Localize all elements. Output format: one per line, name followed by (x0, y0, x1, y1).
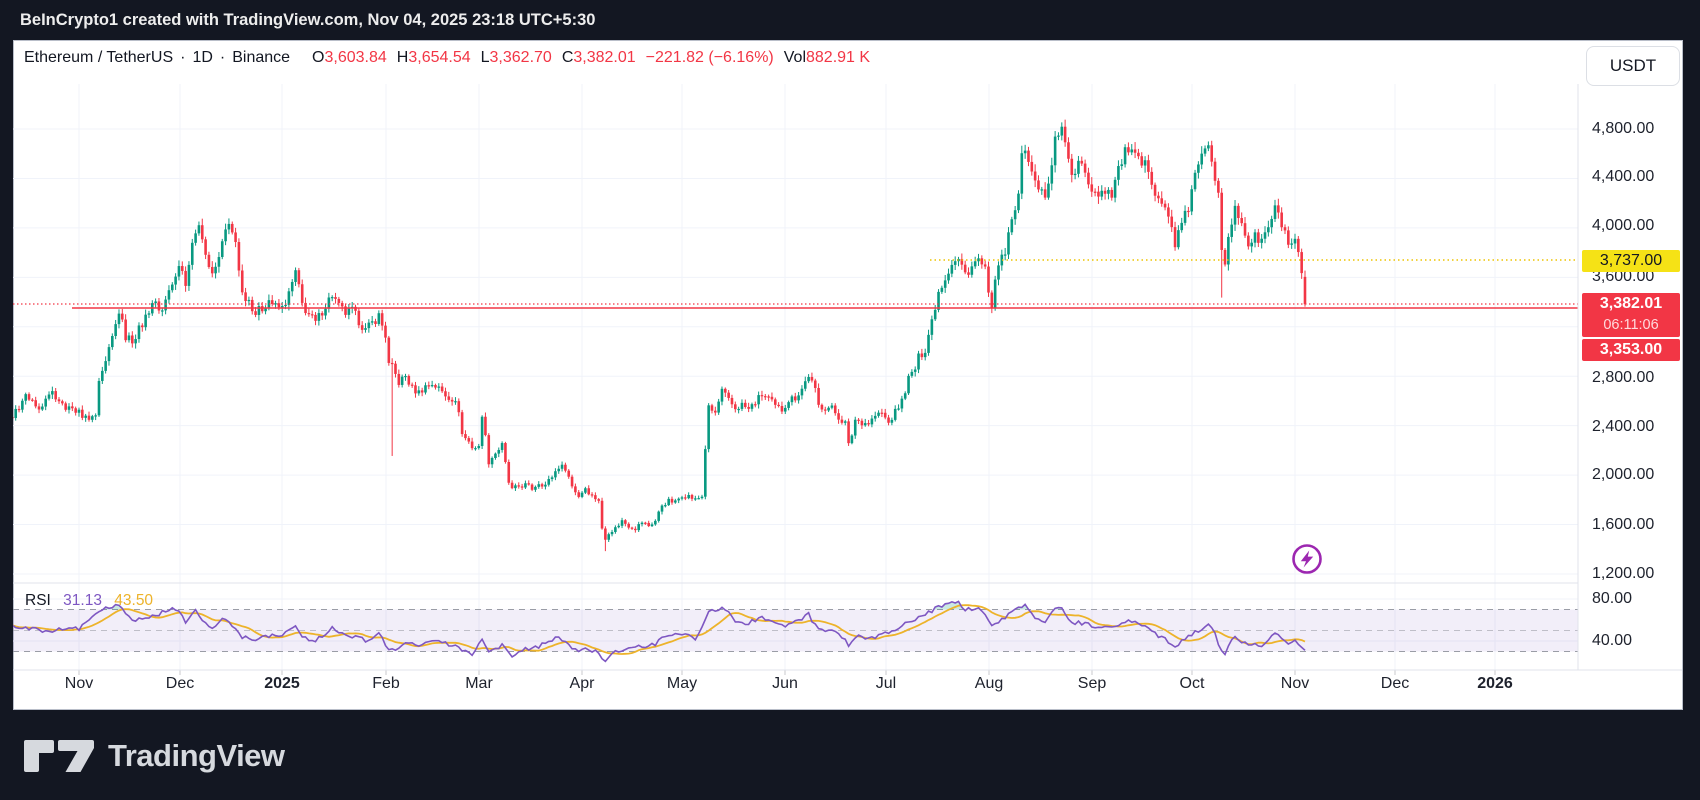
time-axis-label: Feb (346, 675, 426, 693)
last-price-tag: 3,382.01 06:11:06 (1582, 293, 1680, 337)
high-key: H (397, 49, 409, 66)
separator-dot: · (220, 49, 225, 66)
time-axis-label: Mar (439, 675, 519, 693)
time-axis-label: Nov (1255, 675, 1335, 693)
rsi-title: RSI (25, 592, 51, 609)
yellow-level-price-tag: 3,737.00 (1582, 250, 1680, 272)
price-axis-label: 4,000.00 (1592, 215, 1654, 237)
time-axis-label: 2025 (242, 675, 322, 693)
price-axis-label: 1,200.00 (1592, 563, 1654, 585)
close-key: C (562, 49, 574, 66)
rsi-value: 31.13 (63, 592, 102, 609)
tradingview-logo-text: TradingView (108, 738, 285, 774)
open-value: 3,603.84 (325, 49, 387, 66)
volume-key: Vol (784, 49, 806, 66)
currency-toggle-button[interactable]: USDT (1586, 46, 1680, 86)
rsi-ma-value: 43.50 (114, 592, 153, 609)
low-value: 3,362.70 (490, 49, 552, 66)
time-axis-label: Dec (1355, 675, 1435, 693)
lightning-drawing-icon[interactable] (1291, 543, 1323, 575)
last-price-value: 3,382.01 (1582, 293, 1680, 315)
time-axis-label: Apr (542, 675, 622, 693)
bar-countdown: 06:11:06 (1582, 315, 1680, 335)
symbol-legend[interactable]: Ethereum / TetherUS · 1D · Binance O3,603.84 H… (24, 49, 870, 71)
rsi-legend: RSI 31.13 43.50 (25, 592, 153, 610)
time-axis-label: Jun (745, 675, 825, 693)
chart-canvas[interactable] (13, 40, 1683, 710)
alert-level-price-tag: 3,353.00 (1582, 339, 1680, 361)
time-axis-label: May (642, 675, 722, 693)
time-axis-label: Oct (1152, 675, 1232, 693)
time-axis-label: Nov (39, 675, 119, 693)
interval-label[interactable]: 1D (192, 49, 212, 66)
time-axis-label: Jul (846, 675, 926, 693)
close-value: 3,382.01 (573, 49, 635, 66)
tradingview-logo-icon (20, 734, 96, 778)
high-value: 3,654.54 (408, 49, 470, 66)
price-axis-label: 40.00 (1592, 630, 1632, 652)
price-axis-label: 80.00 (1592, 588, 1632, 610)
volume-value: 882.91 K (806, 49, 870, 66)
time-axis-label: Dec (140, 675, 220, 693)
time-axis-label: 2026 (1455, 675, 1535, 693)
exchange-label: Binance (232, 49, 290, 66)
open-key: O (312, 49, 324, 66)
price-axis-label: 2,800.00 (1592, 367, 1654, 389)
tradingview-footer: TradingView (20, 730, 285, 782)
time-axis-label: Sep (1052, 675, 1132, 693)
tradingview-export: BeInCrypto1 created with TradingView.com… (0, 0, 1700, 800)
price-axis-label: 1,600.00 (1592, 514, 1654, 536)
time-axis-label: Aug (949, 675, 1029, 693)
attribution-bar: BeInCrypto1 created with TradingView.com… (0, 0, 1700, 40)
low-key: L (481, 49, 490, 66)
price-axis-label: 2,000.00 (1592, 464, 1654, 486)
change-value: −221.82 (−6.16%) (646, 49, 774, 66)
price-axis-label: 4,800.00 (1592, 118, 1654, 140)
price-axis-label: 2,400.00 (1592, 416, 1654, 438)
symbol-name[interactable]: Ethereum / TetherUS (24, 49, 173, 66)
separator-dot: · (180, 49, 185, 66)
price-axis-label: 4,400.00 (1592, 166, 1654, 188)
